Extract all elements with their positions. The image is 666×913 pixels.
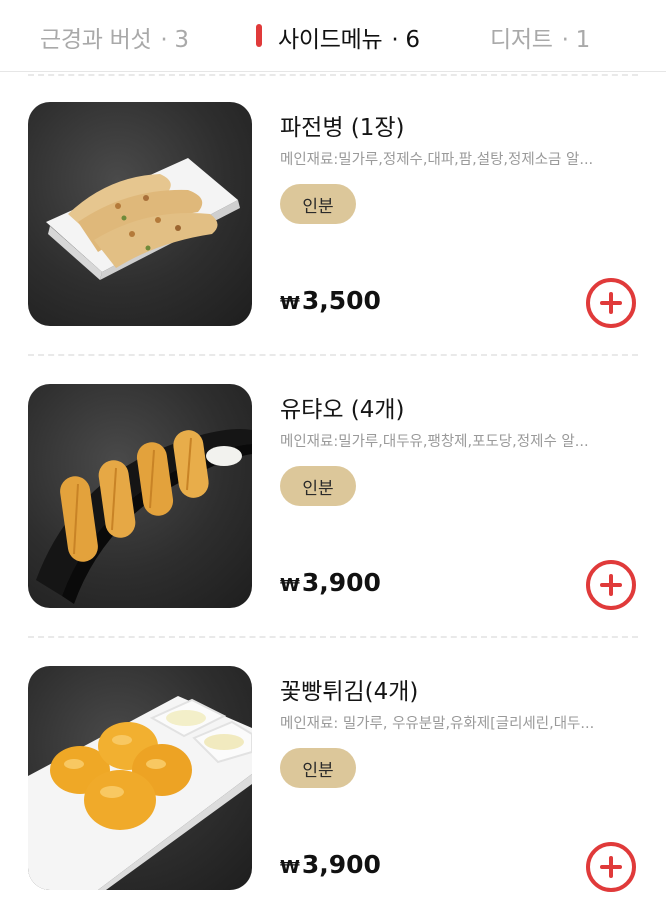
portion-badge: 인분 (280, 184, 356, 224)
tab-dessert[interactable]: 디저트 · 1 (490, 20, 590, 54)
currency-symbol: ₩ (280, 857, 300, 878)
item-price: ₩3,900 (280, 568, 381, 597)
item-price: ₩3,900 (280, 850, 381, 879)
price-value: 3,900 (301, 850, 381, 879)
tab-count: · 3 (160, 27, 189, 53)
tab-label: 근경과 버섯 (40, 27, 152, 53)
price-value: 3,500 (301, 286, 381, 315)
menu-item[interactable]: 꽃빵튀김(4개) 메인재료: 밀가루, 우유분말,유화제[글리세린,대두... … (0, 636, 666, 913)
plus-icon (600, 292, 622, 314)
tab-mushroom[interactable]: 근경과 버섯 · 3 (40, 20, 189, 54)
item-name: 파전병 (1장) (280, 115, 405, 141)
item-description: 메인재료:밀가루,대두유,팽창제,포도당,정제수 알... (280, 434, 589, 450)
item-name: 꽃빵튀김(4개) (280, 679, 419, 705)
item-description: 메인재료:밀가루,정제수,대파,팜,설탕,정제소금 알... (280, 152, 594, 168)
currency-symbol: ₩ (280, 293, 300, 314)
divider (28, 74, 638, 76)
fried-dough-stick-icon[interactable] (28, 384, 252, 608)
menu-item[interactable]: 파전병 (1장) 메인재료:밀가루,정제수,대파,팜,설탕,정제소금 알... … (0, 72, 666, 354)
plus-icon (600, 574, 622, 596)
tab-count: · 6 (391, 27, 420, 53)
add-to-cart-button[interactable] (586, 278, 636, 328)
portion-badge: 인분 (280, 748, 356, 788)
category-tab-bar: 근경과 버섯 · 3 사이드메뉴 · 6 디저트 · 1 (0, 0, 666, 72)
add-to-cart-button[interactable] (586, 842, 636, 892)
tab-side-menu[interactable]: 사이드메뉴 · 6 (278, 20, 420, 54)
active-tab-indicator (256, 24, 262, 47)
portion-badge: 인분 (280, 466, 356, 506)
item-name: 유탸오 (4개) (280, 397, 405, 423)
item-description: 메인재료: 밀가루, 우유분말,유화제[글리세린,대두... (280, 716, 595, 732)
menu-item[interactable]: 유탸오 (4개) 메인재료:밀가루,대두유,팽창제,포도당,정제수 알... 인… (0, 354, 666, 636)
tab-count: · 1 (561, 27, 591, 53)
item-price: ₩3,500 (280, 286, 381, 315)
fried-flower-bun-icon[interactable] (28, 666, 252, 890)
tab-label: 디저트 (490, 27, 553, 53)
currency-symbol: ₩ (280, 575, 300, 596)
tab-label: 사이드메뉴 (278, 27, 383, 53)
plus-icon (600, 856, 622, 878)
divider (28, 354, 638, 356)
price-value: 3,900 (301, 568, 381, 597)
divider (28, 636, 638, 638)
green-onion-pancake-icon[interactable] (28, 102, 252, 326)
add-to-cart-button[interactable] (586, 560, 636, 610)
